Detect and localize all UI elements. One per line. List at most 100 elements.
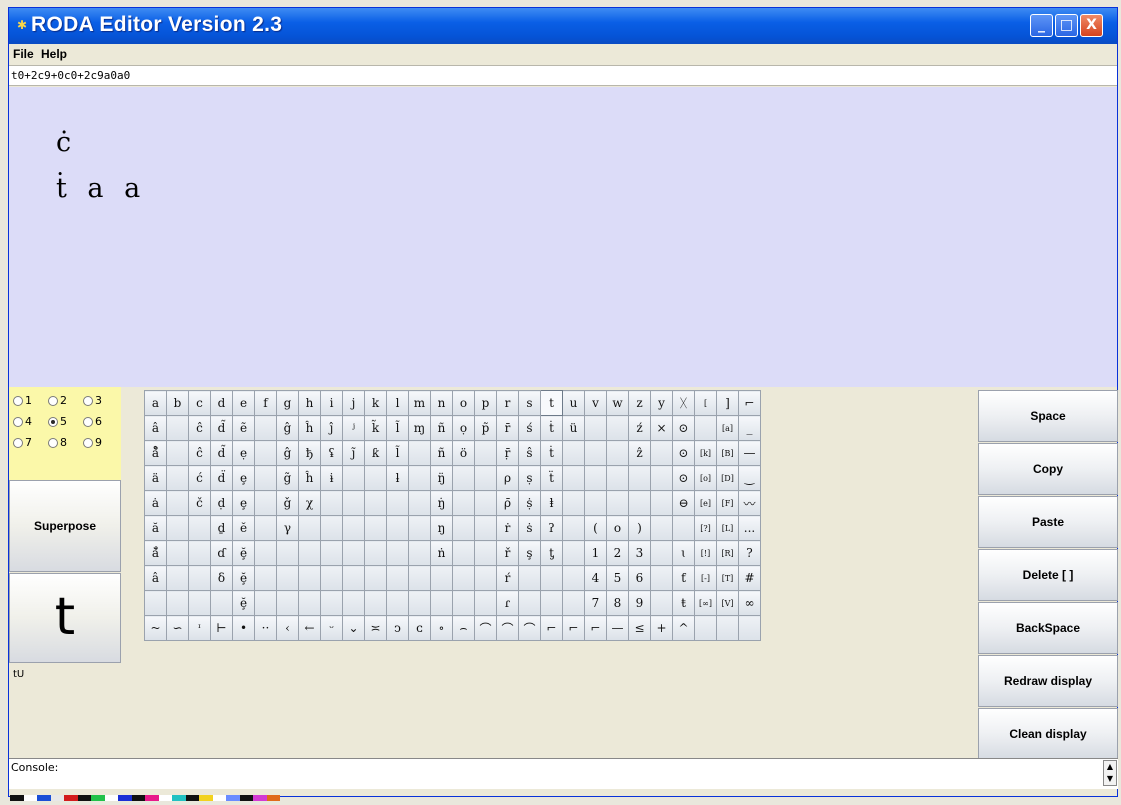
char-cell[interactable]: 9: [628, 590, 651, 616]
char-cell[interactable]: [166, 540, 189, 566]
char-cell[interactable]: o: [452, 390, 475, 416]
char-cell[interactable]: [166, 590, 189, 616]
char-cell[interactable]: [386, 565, 409, 591]
char-cell[interactable]: 6: [628, 565, 651, 591]
char-cell[interactable]: ǧ: [276, 490, 299, 516]
char-cell[interactable]: [584, 415, 607, 441]
char-cell[interactable]: l: [386, 390, 409, 416]
char-cell[interactable]: ··: [254, 615, 277, 641]
char-cell[interactable]: [k]: [694, 440, 717, 466]
char-cell[interactable]: i: [320, 390, 343, 416]
char-cell[interactable]: ɱ: [408, 415, 431, 441]
char-cell[interactable]: [650, 465, 673, 491]
char-cell[interactable]: 1: [584, 540, 607, 566]
char-cell[interactable]: [694, 415, 717, 441]
char-cell[interactable]: ć: [188, 465, 211, 491]
char-cell[interactable]: [320, 540, 343, 566]
char-cell[interactable]: ⌐: [584, 615, 607, 641]
char-cell[interactable]: p̃: [474, 415, 497, 441]
current-glyph-button[interactable]: t: [9, 573, 121, 663]
char-cell[interactable]: ?: [738, 540, 761, 566]
char-cell[interactable]: [254, 465, 277, 491]
redraw-display-button[interactable]: Redraw display: [978, 655, 1118, 707]
char-cell[interactable]: ↄ: [386, 615, 409, 641]
char-cell[interactable]: 〰: [738, 490, 761, 516]
char-cell[interactable]: ‹: [276, 615, 299, 641]
char-cell[interactable]: [408, 465, 431, 491]
char-cell[interactable]: [452, 565, 475, 591]
char-cell[interactable]: [386, 515, 409, 541]
char-cell[interactable]: [474, 490, 497, 516]
char-cell[interactable]: [562, 465, 585, 491]
char-cell[interactable]: [430, 590, 453, 616]
char-cell[interactable]: d: [210, 390, 233, 416]
char-cell[interactable]: [584, 440, 607, 466]
char-cell[interactable]: [562, 565, 585, 591]
char-cell[interactable]: y: [650, 390, 673, 416]
char-cell[interactable]: _: [738, 415, 761, 441]
char-cell[interactable]: [254, 515, 277, 541]
char-cell[interactable]: [518, 565, 541, 591]
char-cell[interactable]: d̈: [210, 465, 233, 491]
char-cell[interactable]: ]: [716, 390, 739, 416]
char-cell[interactable]: ƙ: [364, 440, 387, 466]
char-cell[interactable]: d̃: [210, 415, 233, 441]
char-cell[interactable]: z: [628, 390, 651, 416]
char-cell[interactable]: ḝ: [232, 590, 255, 616]
char-cell[interactable]: ⱡ: [540, 490, 563, 516]
char-cell[interactable]: —: [606, 615, 629, 641]
char-cell[interactable]: ⊙: [672, 415, 695, 441]
char-cell[interactable]: [166, 490, 189, 516]
char-cell[interactable]: ⌐: [738, 390, 761, 416]
char-cell[interactable]: â: [144, 415, 167, 441]
char-cell[interactable]: [254, 490, 277, 516]
char-cell[interactable]: [166, 415, 189, 441]
char-cell[interactable]: ṝ: [496, 440, 519, 466]
char-cell[interactable]: [320, 590, 343, 616]
char-cell[interactable]: ṙ: [496, 515, 519, 541]
char-cell[interactable]: [210, 590, 233, 616]
char-cell[interactable]: [254, 415, 277, 441]
char-cell[interactable]: [!]: [694, 540, 717, 566]
char-cell[interactable]: [474, 515, 497, 541]
char-cell[interactable]: [342, 490, 365, 516]
char-cell[interactable]: å̊: [144, 440, 167, 466]
char-cell[interactable]: ⌐: [562, 615, 585, 641]
char-cell[interactable]: [386, 590, 409, 616]
char-cell[interactable]: [452, 490, 475, 516]
char-cell[interactable]: ×: [650, 415, 673, 441]
char-cell[interactable]: [R]: [716, 540, 739, 566]
char-cell[interactable]: [650, 490, 673, 516]
char-cell[interactable]: ă: [144, 515, 167, 541]
char-cell[interactable]: [364, 490, 387, 516]
char-cell[interactable]: [430, 565, 453, 591]
char-cell[interactable]: [408, 590, 431, 616]
char-cell[interactable]: [452, 465, 475, 491]
char-cell[interactable]: ρ: [496, 465, 519, 491]
char-cell[interactable]: [o]: [694, 465, 717, 491]
char-cell[interactable]: [606, 440, 629, 466]
char-cell[interactable]: 5: [606, 565, 629, 591]
char-cell[interactable]: u: [562, 390, 585, 416]
char-cell[interactable]: [364, 465, 387, 491]
char-cell[interactable]: ←: [298, 615, 321, 641]
char-cell[interactable]: ∘: [430, 615, 453, 641]
char-cell[interactable]: ᶦ: [188, 615, 211, 641]
char-cell[interactable]: [650, 440, 673, 466]
char-cell[interactable]: [?]: [694, 515, 717, 541]
char-cell[interactable]: [166, 465, 189, 491]
menu-file[interactable]: File: [13, 47, 34, 61]
char-cell[interactable]: ^: [672, 615, 695, 641]
char-cell[interactable]: ä: [144, 465, 167, 491]
char-cell[interactable]: [T]: [716, 565, 739, 591]
char-cell[interactable]: ȩ: [232, 490, 255, 516]
char-cell[interactable]: [342, 590, 365, 616]
char-cell[interactable]: ü: [562, 415, 585, 441]
char-cell[interactable]: [342, 565, 365, 591]
char-cell[interactable]: ŋ̈: [430, 465, 453, 491]
char-cell[interactable]: [452, 515, 475, 541]
char-cell[interactable]: l̃: [386, 440, 409, 466]
paste-button[interactable]: Paste: [978, 496, 1118, 548]
char-cell[interactable]: ȧ: [144, 490, 167, 516]
char-cell[interactable]: [F]: [716, 490, 739, 516]
